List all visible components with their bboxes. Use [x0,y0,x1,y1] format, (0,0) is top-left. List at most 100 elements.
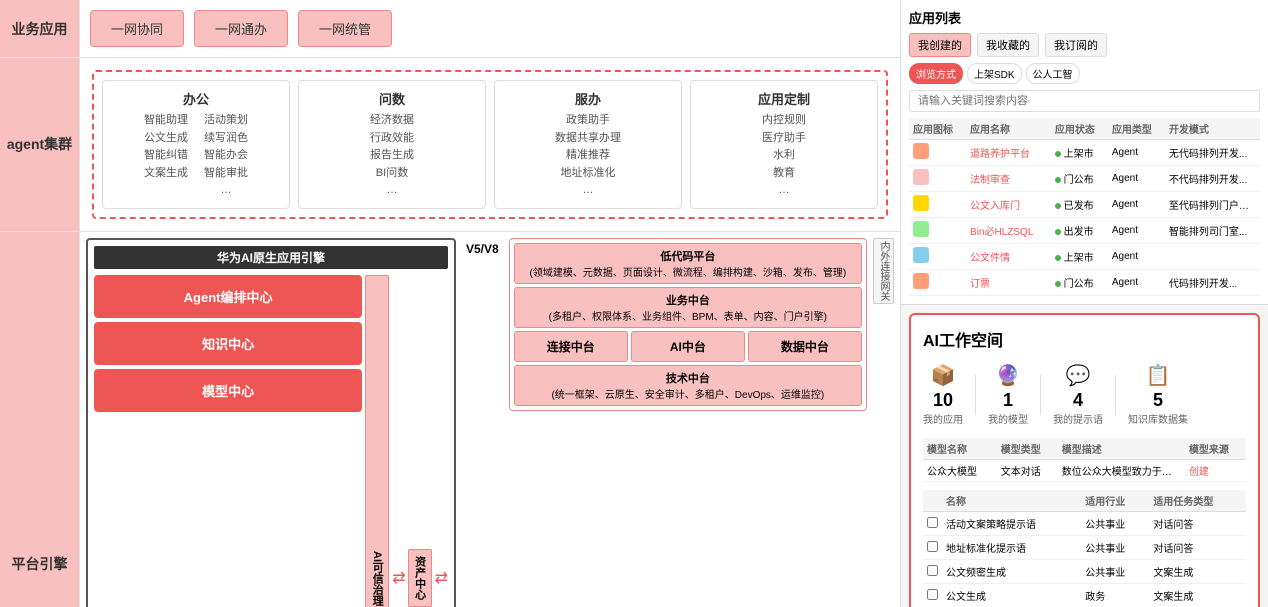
status-dot-1 [1055,177,1061,183]
status-dot-0 [1055,151,1061,157]
agent-box-office-items: 智能助理 公文生成 智能纠错 文案生成 活动策划 续写润色 智能办会 智能审批 … [111,112,281,200]
stat-kb-number: 5 [1153,390,1163,411]
platform-grid: 低代码平台 (领域建模、元数据、页面设计、微流程、编排构建、沙箱、发布、管理) … [514,243,862,406]
stat-apps-number: 10 [933,390,953,411]
app-name-4[interactable]: 公文件情 [966,244,1051,270]
platform-content: 华为AI原生应用引擎 Agent编排中心 知识中心 模型中心 AI可信治理 [80,232,900,607]
agent-box-custom-items: 内控规则 医疗助手 水利 教育 … [699,112,869,200]
business-content: 一网协同 一网通办 一网统管 [80,0,900,57]
agent-center[interactable]: Agent编排中心 [94,275,362,318]
stat-models-number: 1 [1003,390,1013,411]
status-dot-5 [1055,281,1061,287]
tab-my-favorites[interactable]: 我收藏的 [977,33,1039,57]
stat-divider-2 [1040,375,1041,415]
table-row: 订票 门公布 Agent 代码排列开发... [909,270,1260,296]
app-list-tabs: 我创建的 我收藏的 我订阅的 [909,33,1260,57]
app-name-2[interactable]: 公文入库门 [966,192,1051,218]
asset-center: 资产中心 [408,549,432,607]
app-icon-0 [913,143,929,159]
th-name: 应用名称 [966,118,1051,140]
agent-box-wensu: 问数 经济数据 行政效能 报告生成 BI问数 … [298,80,486,209]
agent-box-fuban: 服办 政策助手 数据共享办理 精准推荐 地址标准化 … [494,80,682,209]
app-name-5[interactable]: 订票 [966,270,1051,296]
filter-sdk[interactable]: 上架SDK [967,63,1022,84]
app-list-title: 应用列表 [909,8,1260,27]
arrow-icon: ⇄ [392,568,405,588]
agent-box-office-title: 办公 [111,89,281,108]
business-platform: 业务中台 (多租户、权限体系、业务组件、BPM、表单、内容、门户引擎) [514,287,862,328]
th-status: 应用状态 [1051,118,1108,140]
v5v8-outer: V5/V8 低代码平台 (领域建模、元数据、页面设计、微流程、编排构建、沙箱、发… [462,238,894,411]
app-name-3[interactable]: Bin必HLZSQL [966,218,1051,244]
agent-row: agent集群 办公 智能助理 公文生成 智能纠错 文案生成 [0,58,900,232]
stat-kb-label: 知识库数据集 [1128,411,1188,426]
right-panel: 应用列表 我创建的 我收藏的 我订阅的 浏览方式 上架SDK 公人工智 应用图标… [900,0,1268,607]
agent-box-wensu-title: 问数 [307,89,477,108]
business-row: 业务应用 一网协同 一网通办 一网统管 [0,0,900,58]
models-icon: 🔮 [996,363,1021,388]
v5v8-label: V5/V8 [462,238,503,260]
btn-yiwang-tongguan[interactable]: 一网统管 [298,10,392,47]
agent-grid: 办公 智能助理 公文生成 智能纠错 文案生成 活动策划 续写润色 [92,70,888,219]
tab-my-subscribed[interactable]: 我订阅的 [1045,33,1107,57]
table-row: 法制审查 门公布 Agent 不代码排列开发... [909,166,1260,192]
pth-name: 名称 [942,490,1081,512]
huawei-inner: Agent编排中心 知识中心 模型中心 AI可信治理 ⇄ 资产 [94,275,448,607]
data-platform[interactable]: 数据中台 [748,331,862,362]
agent-box-fuban-title: 服办 [503,89,673,108]
app-icon-2 [913,195,929,211]
agent-box-fuban-items: 政策助手 数据共享办理 精准推荐 地址标准化 … [503,112,673,200]
table-row: 公文入库门 已发布 Agent 至代码排列门户开... [909,192,1260,218]
tech-platform: 技术中台 (统一框架、云原生、安全审计、多租户、DevOps、运维监控) [514,365,862,406]
model-table-body: 公众大模型 文本对话 数位公众大模型致力于深耕公文领域，打造智能治... 创建 [923,460,1246,482]
model-table-header: 模型名称 模型类型 模型描述 模型来源 [923,438,1246,460]
ai-workspace: AI工作空间 📦 10 我的应用 🔮 1 我的模型 💬 4 我的提示语 📋 [909,313,1260,607]
model-table: 模型名称 模型类型 模型描述 模型来源 公众大模型 文本对话 数位公众大模型致力… [923,438,1246,482]
platform-3col: 连接中台 AI中台 数据中台 [514,331,862,362]
knowledge-center[interactable]: 知识中心 [94,322,362,365]
tab-my-created[interactable]: 我创建的 [909,33,971,57]
stat-prompts-number: 4 [1073,390,1083,411]
prompt-row: 地址标准化提示语 公共事业 对话问答 [923,536,1246,560]
btn-yiwang-tongban[interactable]: 一网通办 [194,10,288,47]
prompt-section: 名称 适用行业 适用任务类型 活动文案策略提示语 公共事业 对话问答 地址标准化 [923,490,1246,607]
label-platform: 平台引擎 [0,232,80,607]
filter-browse[interactable]: 浏览方式 [909,63,963,84]
prompt-row: 公文频密生成 公共事业 文案生成 [923,560,1246,584]
search-input[interactable] [909,90,1260,112]
app-icon-1 [913,169,929,185]
th-icon: 应用图标 [909,118,966,140]
arrow-right-col: ⇄ [435,275,448,607]
app-icon-5 [913,273,929,289]
app-name-1[interactable]: 法制审查 [966,166,1051,192]
btn-yiwang-xietong[interactable]: 一网协同 [90,10,184,47]
prompt-table-header: 名称 适用行业 适用任务类型 [923,490,1246,512]
pth-industry: 适用行业 [1081,490,1149,512]
mth-type: 模型类型 [997,438,1058,460]
status-dot-2 [1055,203,1061,209]
prompt-check-0[interactable] [927,517,938,528]
prompt-row: 活动文案策略提示语 公共事业 对话问答 [923,512,1246,536]
prompt-check-2[interactable] [927,565,938,576]
app-name-0[interactable]: 道路养护平台 [966,140,1051,166]
huawei-box: 华为AI原生应用引擎 Agent编排中心 知识中心 模型中心 AI可信治理 [86,238,456,607]
main-panel: 业务应用 一网协同 一网通办 一网统管 agent集群 办公 智能助理 公文生成 [0,0,900,607]
v5v8-section: V5/V8 低代码平台 (领域建模、元数据、页面设计、微流程、编排构建、沙箱、发… [462,238,894,607]
prompt-check-1[interactable] [927,541,938,552]
table-row: 公文件情 上架市 Agent [909,244,1260,270]
stat-divider-3 [1115,375,1116,415]
ai-platform[interactable]: AI中台 [631,331,745,362]
v5v8-box: 低代码平台 (领域建模、元数据、页面设计、微流程、编排构建、沙箱、发布、管理) … [509,238,867,411]
pth-task: 适用任务类型 [1149,490,1246,512]
filter-row: 浏览方式 上架SDK 公人工智 [909,63,1260,84]
stat-prompts-label: 我的提示语 [1053,411,1103,426]
app-table-header: 应用图标 应用名称 应用状态 应用类型 开发模式 [909,118,1260,140]
agent-box-custom: 应用定制 内控规则 医疗助手 水利 教育 … [690,80,878,209]
label-agent: agent集群 [0,58,80,231]
platform-row: 平台引擎 华为AI原生应用引擎 Agent编排中心 知识中心 模型中心 AI可信… [0,232,900,607]
arrow-right-icon: ⇄ [435,568,448,588]
model-center[interactable]: 模型中心 [94,369,362,412]
connect-platform[interactable]: 连接中台 [514,331,628,362]
filter-human[interactable]: 公人工智 [1026,63,1080,84]
prompt-check-3[interactable] [927,589,938,600]
